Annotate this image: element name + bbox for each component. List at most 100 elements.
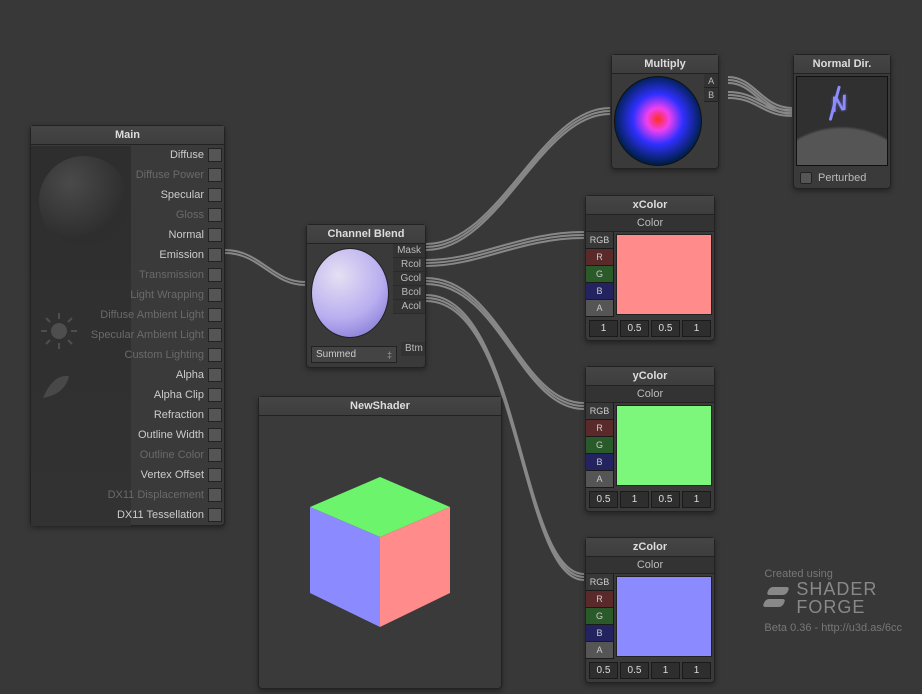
color-value[interactable]: 1 <box>651 662 680 679</box>
main-prop-transmission[interactable]: Transmission <box>31 265 224 285</box>
ycolor-swatch[interactable] <box>616 405 712 486</box>
ycolor-title[interactable]: yColor <box>586 367 714 386</box>
prop-port[interactable] <box>208 448 222 462</box>
prop-port[interactable] <box>208 408 222 422</box>
port-b[interactable]: B <box>704 88 718 102</box>
port-btm[interactable]: Btm <box>401 342 425 356</box>
color-value[interactable]: 0.5 <box>620 662 649 679</box>
port-a[interactable]: A <box>586 300 614 317</box>
port-acol[interactable]: Acol <box>393 300 425 314</box>
main-prop-alpha[interactable]: Alpha <box>31 365 224 385</box>
port-g[interactable]: G <box>586 266 614 283</box>
color-value[interactable]: 1 <box>682 491 711 508</box>
port-g[interactable]: G <box>586 437 614 454</box>
main-prop-dx11-displacement[interactable]: DX11 Displacement <box>31 485 224 505</box>
main-prop-emission[interactable]: Emission <box>31 245 224 265</box>
main-prop-specular[interactable]: Specular <box>31 185 224 205</box>
port-mask[interactable]: Mask <box>393 244 425 258</box>
color-value[interactable]: 1 <box>620 491 649 508</box>
channel-blend-title[interactable]: Channel Blend <box>307 225 425 244</box>
zcolor-node[interactable]: zColor Color RGBRGBA 0.50.511 <box>585 537 715 683</box>
main-prop-alpha-clip[interactable]: Alpha Clip <box>31 385 224 405</box>
prop-port[interactable] <box>208 228 222 242</box>
prop-port[interactable] <box>208 508 222 522</box>
port-g[interactable]: G <box>586 608 614 625</box>
port-r[interactable]: R <box>586 249 614 266</box>
main-prop-vertex-offset[interactable]: Vertex Offset <box>31 465 224 485</box>
prop-port[interactable] <box>208 348 222 362</box>
xcolor-node[interactable]: xColor Color RGBRGBA 10.50.51 <box>585 195 715 341</box>
port-b[interactable]: B <box>586 625 614 642</box>
blend-mode-dropdown[interactable]: Summed <box>311 346 397 363</box>
color-value[interactable]: 1 <box>682 320 711 337</box>
main-prop-outline-width[interactable]: Outline Width <box>31 425 224 445</box>
prop-port[interactable] <box>208 148 222 162</box>
color-value[interactable]: 0.5 <box>589 662 618 679</box>
color-value[interactable]: 0.5 <box>620 320 649 337</box>
color-value[interactable]: 0.5 <box>589 491 618 508</box>
normal-dir-node[interactable]: Normal Dir. N Perturbed <box>793 54 891 189</box>
prop-port[interactable] <box>208 428 222 442</box>
port-a[interactable]: A <box>586 642 614 659</box>
port-rcol[interactable]: Rcol <box>393 258 425 272</box>
main-prop-light-wrapping[interactable]: Light Wrapping <box>31 285 224 305</box>
port-b[interactable]: B <box>586 283 614 300</box>
perturbed-checkbox[interactable] <box>800 172 812 184</box>
normal-dir-title[interactable]: Normal Dir. <box>794 55 890 74</box>
main-prop-specular-ambient-light[interactable]: Specular Ambient Light <box>31 325 224 345</box>
prop-port[interactable] <box>208 248 222 262</box>
main-prop-diffuse[interactable]: Diffuse <box>31 145 224 165</box>
port-rgb[interactable]: RGB <box>586 574 614 591</box>
port-r[interactable]: R <box>586 420 614 437</box>
prop-port[interactable] <box>208 488 222 502</box>
prop-label: Alpha Clip <box>154 389 204 401</box>
main-prop-custom-lighting[interactable]: Custom Lighting <box>31 345 224 365</box>
port-r[interactable]: R <box>586 591 614 608</box>
main-prop-diffuse-power[interactable]: Diffuse Power <box>31 165 224 185</box>
prop-port[interactable] <box>208 208 222 222</box>
port-a[interactable]: A <box>704 74 718 88</box>
brand2: FORGE <box>796 598 877 616</box>
prop-port[interactable] <box>208 268 222 282</box>
main-prop-normal[interactable]: Normal <box>31 225 224 245</box>
main-prop-dx11-tessellation[interactable]: DX11 Tessellation <box>31 505 224 525</box>
main-node[interactable]: Main Diffuse Diffuse Power SpecularGloss No… <box>30 125 225 526</box>
shader-title[interactable]: NewShader <box>259 397 501 416</box>
prop-port[interactable] <box>208 168 222 182</box>
prop-port[interactable] <box>208 288 222 302</box>
shader-preview[interactable] <box>265 422 495 682</box>
channel-blend-preview-icon <box>311 248 389 338</box>
channel-blend-node[interactable]: Channel Blend MaskRcolGcolBcolAcol Summe… <box>306 224 426 368</box>
prop-label: Diffuse Power <box>136 169 204 181</box>
prop-port[interactable] <box>208 308 222 322</box>
prop-port[interactable] <box>208 368 222 382</box>
port-b[interactable]: B <box>586 454 614 471</box>
port-a[interactable]: A <box>586 471 614 488</box>
prop-port[interactable] <box>208 388 222 402</box>
shader-preview-node[interactable]: NewShader <box>258 396 502 689</box>
main-title[interactable]: Main <box>31 126 224 145</box>
prop-port[interactable] <box>208 188 222 202</box>
port-gcol[interactable]: Gcol <box>393 272 425 286</box>
main-prop-diffuse-ambient-light[interactable]: Diffuse Ambient Light <box>31 305 224 325</box>
multiply-node[interactable]: Multiply A B <box>611 54 719 169</box>
color-value[interactable]: 1 <box>589 320 618 337</box>
port-bcol[interactable]: Bcol <box>393 286 425 300</box>
main-prop-refraction[interactable]: Refraction <box>31 405 224 425</box>
zcolor-title[interactable]: zColor <box>586 538 714 557</box>
color-value[interactable]: 0.5 <box>651 320 680 337</box>
zcolor-swatch[interactable] <box>616 576 712 657</box>
prop-label: Normal <box>169 229 204 241</box>
color-value[interactable]: 1 <box>682 662 711 679</box>
main-prop-outline-color[interactable]: Outline Color <box>31 445 224 465</box>
multiply-title[interactable]: Multiply <box>612 55 718 74</box>
prop-port[interactable] <box>208 468 222 482</box>
color-value[interactable]: 0.5 <box>651 491 680 508</box>
port-rgb[interactable]: RGB <box>586 403 614 420</box>
xcolor-swatch[interactable] <box>616 234 712 315</box>
xcolor-title[interactable]: xColor <box>586 196 714 215</box>
main-prop-gloss[interactable]: Gloss <box>31 205 224 225</box>
prop-port[interactable] <box>208 328 222 342</box>
port-rgb[interactable]: RGB <box>586 232 614 249</box>
ycolor-node[interactable]: yColor Color RGBRGBA 0.510.51 <box>585 366 715 512</box>
